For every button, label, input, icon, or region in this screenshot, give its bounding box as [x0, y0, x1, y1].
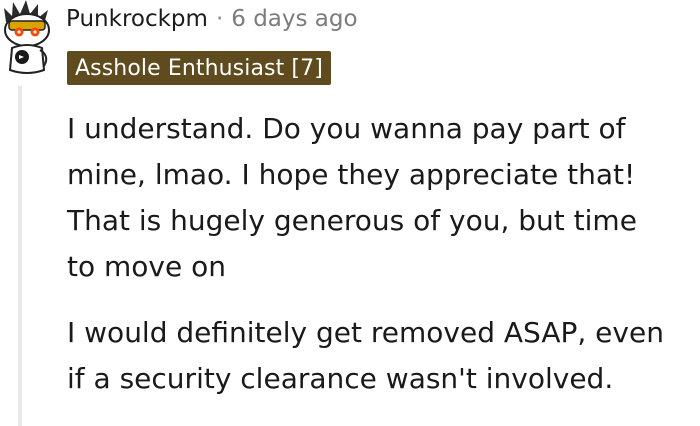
comment-header: Punkrockpm · 6 days ago: [66, 2, 358, 36]
comment-line: That is hugely generous of you, but time: [67, 204, 637, 237]
username-link[interactable]: Punkrockpm: [66, 6, 208, 32]
comment-line: if a security clearance wasn't involved.: [67, 362, 614, 395]
thread-line[interactable]: [18, 86, 22, 426]
meta-separator: ·: [215, 6, 224, 32]
comment-line: to move on: [67, 250, 226, 283]
comment-paragraph: I would definitely get removed ASAP, eve…: [67, 310, 700, 402]
comment-line: mine, lmao. I hope they appreciate that!: [67, 158, 636, 191]
comment-line: I understand. Do you wanna pay part of: [67, 112, 626, 145]
avatar[interactable]: [0, 0, 54, 78]
timestamp-link[interactable]: 6 days ago: [231, 6, 357, 32]
comment-paragraph: I understand. Do you wanna pay part of m…: [67, 106, 700, 290]
user-flair-badge: Asshole Enthusiast [7]: [67, 51, 331, 85]
user-flair-text: Asshole Enthusiast [7]: [75, 55, 323, 81]
comment-body: I understand. Do you wanna pay part of m…: [67, 106, 700, 402]
comment-line: I would definitely get removed ASAP, eve…: [67, 316, 664, 349]
snoo-avatar-icon: [4, 0, 50, 74]
